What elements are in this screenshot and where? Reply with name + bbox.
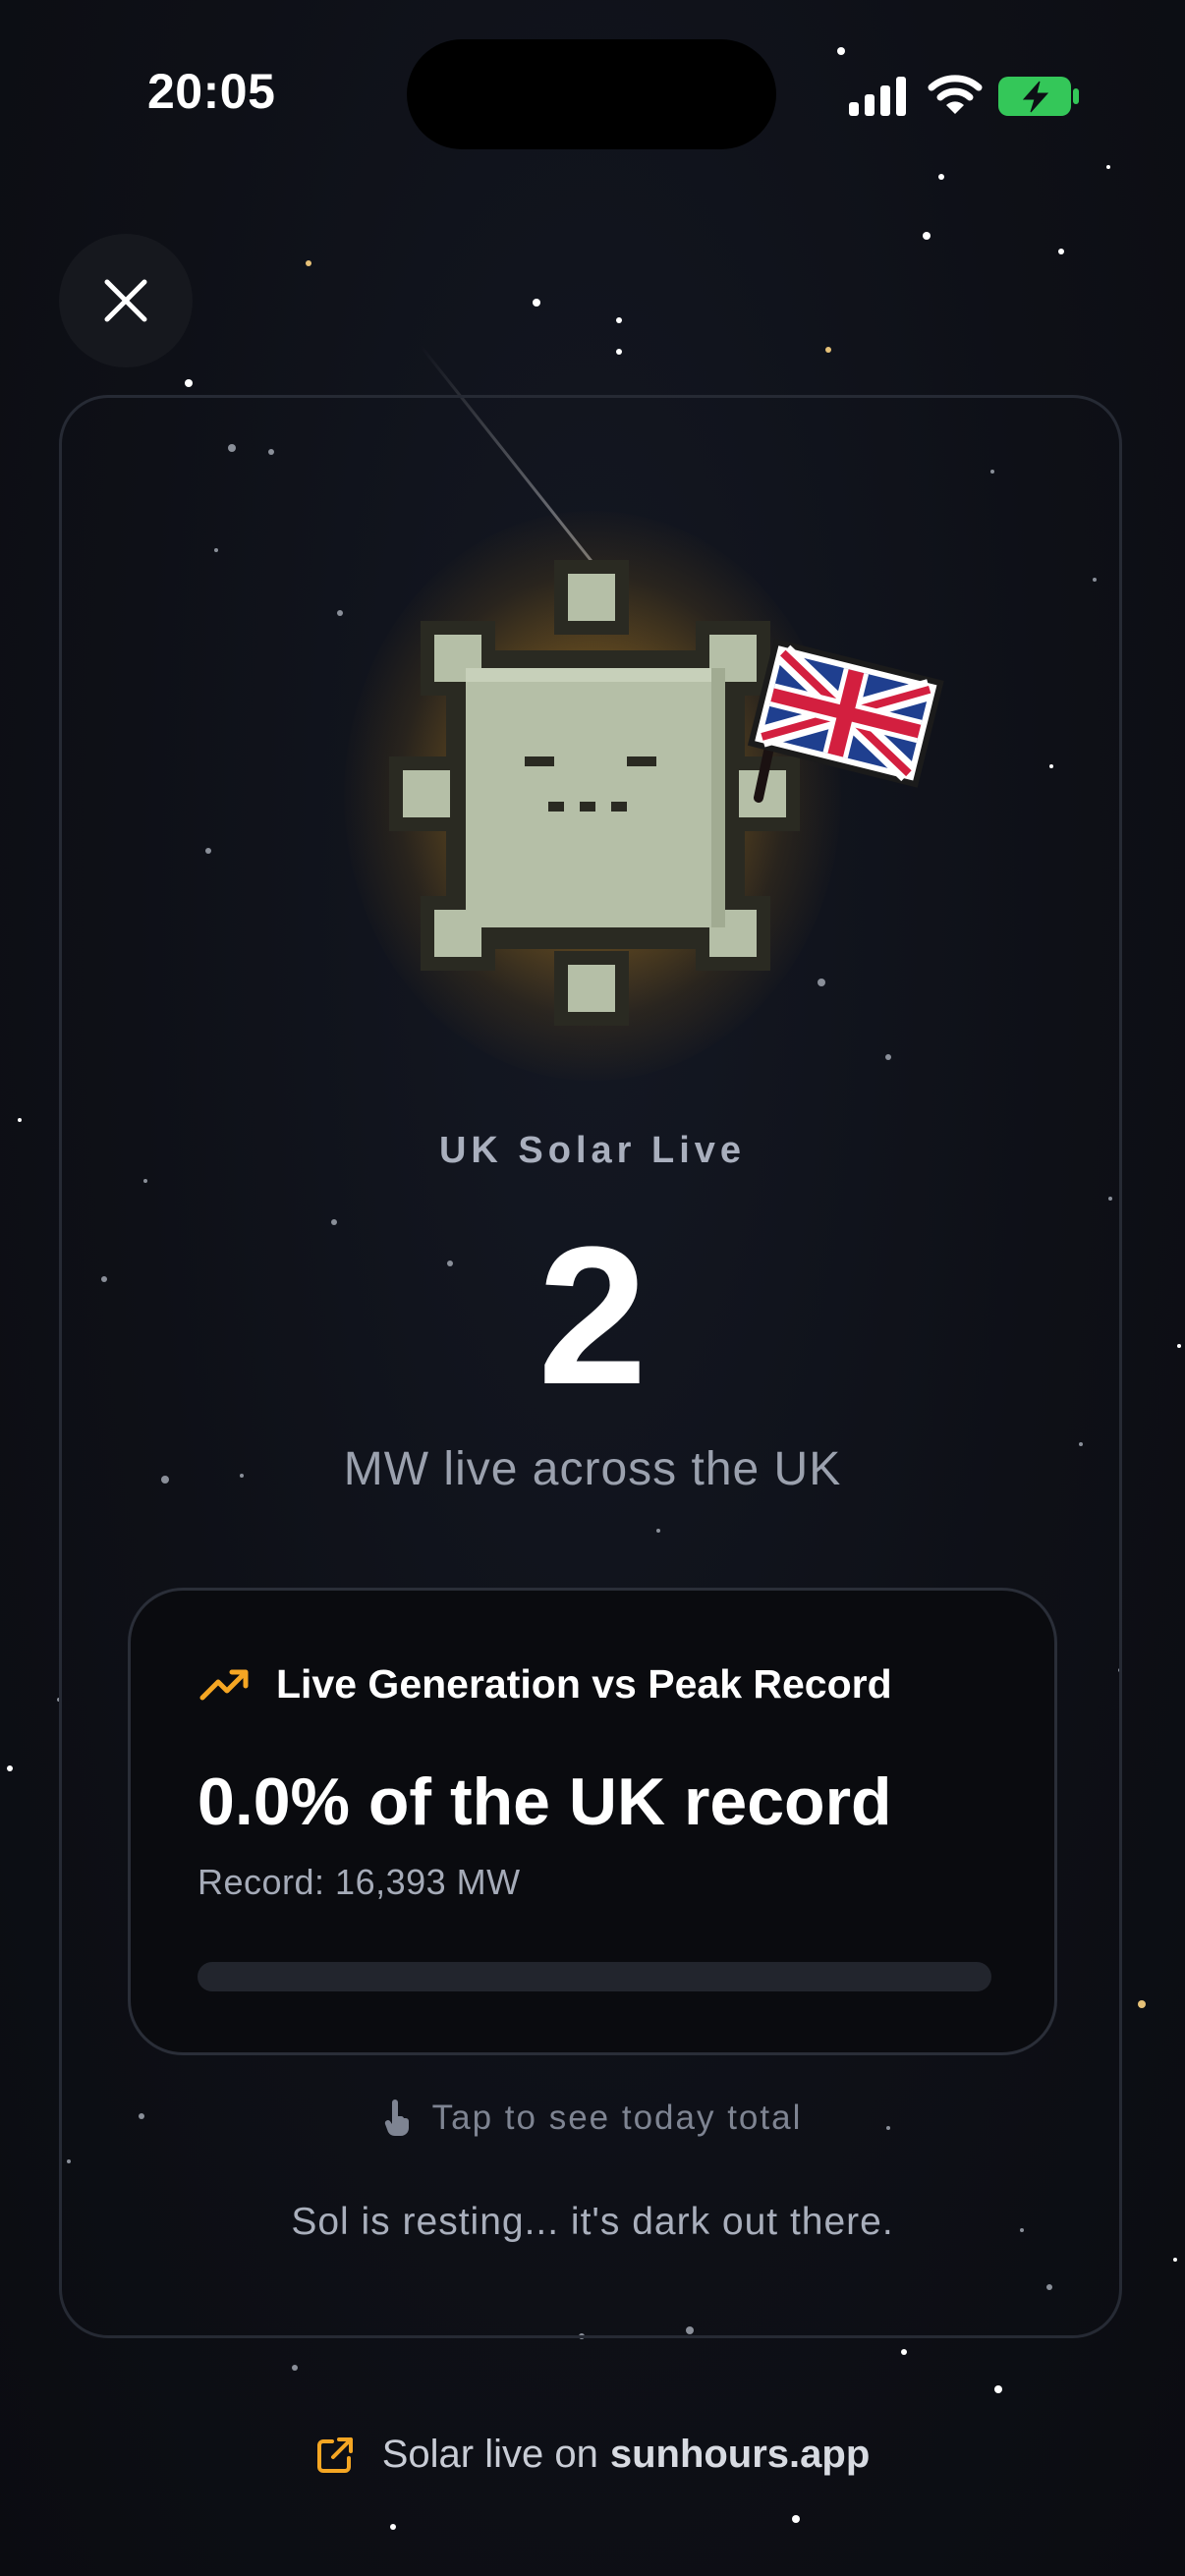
footer-link[interactable]: Solar live on sunhours.app — [0, 2433, 1185, 2477]
tap-hint-text: Tap to see today total — [431, 2099, 803, 2137]
screen: 20:05 UK Solar Live 2 MW live across the… — [0, 0, 1185, 2576]
record-percent: 0.0% of the UK record — [198, 1764, 892, 1839]
record-progress-bar — [198, 1962, 991, 1991]
record-value: Record: 16,393 MW — [198, 1862, 521, 1902]
close-icon — [104, 279, 147, 322]
hand-pointer-icon — [384, 2100, 409, 2137]
union-jack-flag — [747, 639, 944, 803]
tap-hint[interactable]: Tap to see today total — [0, 2099, 1185, 2138]
wifi-icon — [928, 75, 983, 114]
signal-icon — [849, 77, 906, 116]
dynamic-island — [407, 39, 776, 149]
record-card-header: Live Generation vs Peak Record — [199, 1661, 892, 1708]
live-mw-caption: MW live across the UK — [343, 1443, 842, 1495]
trending-up-icon — [199, 1669, 249, 1700]
footer-prefix: Solar live on — [381, 2433, 598, 2476]
record-card-title: Live Generation vs Peak Record — [276, 1661, 892, 1707]
live-mw-value[interactable]: 2 — [0, 1218, 1185, 1415]
status-time: 20:05 — [147, 64, 276, 119]
resting-message: Sol is resting... it's dark out there. — [291, 2201, 894, 2243]
close-button[interactable] — [59, 234, 193, 367]
record-card[interactable]: Live Generation vs Peak Record 0.0% of t… — [128, 1588, 1057, 2055]
footer-site[interactable]: sunhours.app — [610, 2433, 870, 2477]
status-bar: 20:05 — [0, 0, 1185, 196]
external-link-icon — [316, 2436, 353, 2473]
battery-charging-icon — [998, 77, 1079, 116]
hero-kicker: UK Solar Live — [438, 1130, 747, 1171]
